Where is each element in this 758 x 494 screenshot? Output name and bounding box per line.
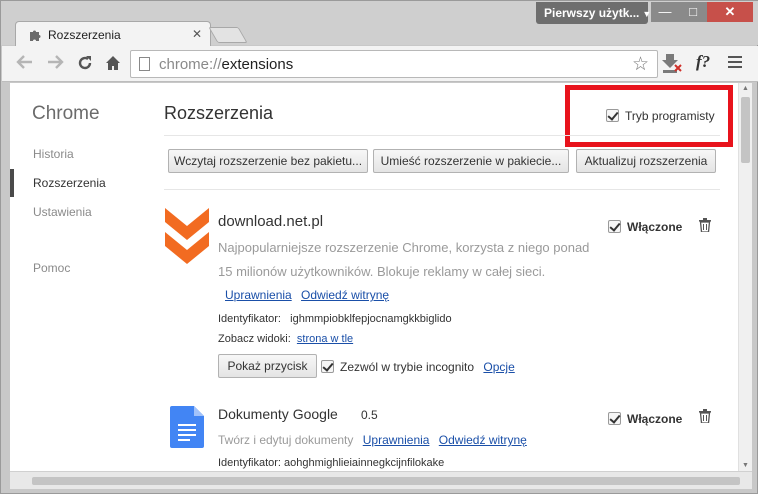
scroll-up-icon[interactable]: ▲: [742, 85, 749, 92]
scroll-down-icon[interactable]: ▼: [742, 462, 749, 469]
tab-title: Rozszerzenia: [48, 28, 121, 42]
puzzle-icon: [28, 28, 42, 42]
extension-description: Twórz i edytuj dokumenty: [218, 433, 354, 447]
close-window-button[interactable]: ✕: [707, 2, 753, 22]
profile-name: Pierwszy użytk...: [544, 6, 640, 20]
incognito-checkbox[interactable]: [321, 360, 334, 373]
pack-extension-button[interactable]: Umieść rozszerzenie w pakiecie...: [373, 149, 569, 173]
enabled-checkbox[interactable]: [608, 220, 621, 233]
page-icon: [139, 57, 150, 71]
extension-views: Zobacz widoki: strona w tle: [218, 333, 354, 345]
developer-mode-label: Tryb programisty: [625, 109, 715, 123]
sidebar-item-settings[interactable]: Ustawienia: [33, 205, 92, 219]
scrollbar-thumb[interactable]: [741, 97, 750, 163]
developer-mode-toggle[interactable]: Tryb programisty: [606, 109, 715, 123]
extension-id: Identyfikator: aohghmighlieiainnegkcijnf…: [218, 457, 445, 469]
page-title: Rozszerzenia: [164, 103, 274, 123]
tab-extensions[interactable]: Rozszerzenia ✕: [15, 21, 211, 47]
background-page-link[interactable]: strona w tle: [297, 333, 353, 345]
sidebar-item-extensions[interactable]: Rozszerzenia: [33, 176, 106, 190]
download-extension-icon[interactable]: [662, 52, 682, 74]
load-unpacked-button[interactable]: Wczytaj rozszerzenie bez pakietu...: [168, 149, 368, 173]
extension-name: Dokumenty Google: [218, 406, 338, 422]
sidebar-active-marker: [10, 169, 14, 197]
developer-mode-checkbox[interactable]: [606, 109, 619, 122]
extension-links: Uprawnienia Odwiedź witrynę: [225, 288, 389, 302]
sidebar-item-history[interactable]: Historia: [33, 147, 74, 161]
extension-id: Identyfikator: ighmmpiobklfepjocnamgkkbi…: [218, 313, 452, 325]
incognito-toggle[interactable]: Zezwól w trybie incognito Opcje: [321, 360, 515, 374]
minimize-button[interactable]: —: [651, 2, 679, 22]
update-extensions-button[interactable]: Aktualizuj rozszerzenia: [576, 149, 716, 173]
options-link[interactable]: Opcje: [483, 360, 514, 374]
extension-f-icon[interactable]: f?: [696, 52, 710, 72]
back-icon[interactable]: [16, 54, 34, 73]
address-bar[interactable]: chrome://extensions ☆: [130, 50, 658, 78]
download-net-logo-icon: [165, 208, 209, 267]
home-icon[interactable]: [104, 54, 122, 75]
vertical-scrollbar[interactable]: ▲ ▼: [738, 83, 752, 471]
divider: [164, 189, 720, 190]
chevron-down-icon: ▼: [642, 9, 652, 19]
url-text[interactable]: chrome://extensions: [159, 56, 293, 73]
close-tab-icon[interactable]: ✕: [192, 27, 202, 41]
menu-icon[interactable]: [728, 56, 742, 71]
divider: [164, 135, 720, 136]
google-docs-logo-icon: [170, 406, 204, 451]
permissions-link[interactable]: Uprawnienia: [225, 288, 292, 302]
show-button-button[interactable]: Pokaż przycisk: [218, 354, 317, 378]
permissions-link[interactable]: Uprawnienia: [363, 433, 430, 447]
sidebar-title: Chrome: [32, 103, 100, 124]
sidebar-item-help[interactable]: Pomoc: [33, 261, 70, 275]
page-content: Chrome Historia Rozszerzenia Ustawienia …: [10, 83, 738, 471]
extension-description: Najpopularniejsze rozszerzenie Chrome, k…: [218, 240, 590, 279]
forward-icon[interactable]: [46, 54, 64, 73]
visit-website-link[interactable]: Odwiedź witrynę: [439, 433, 527, 447]
maximize-button[interactable]: □: [679, 2, 707, 22]
horizontal-scrollbar[interactable]: [10, 471, 752, 489]
scrollbar-thumb[interactable]: [32, 477, 740, 485]
profile-button[interactable]: Pierwszy użytk... ▼: [536, 2, 652, 24]
enabled-checkbox[interactable]: [608, 412, 621, 425]
reload-icon[interactable]: [76, 54, 94, 75]
extension-name: download.net.pl: [218, 213, 324, 230]
toolbar: chrome://extensions ☆ f?: [2, 46, 758, 82]
extension-description-row: Twórz i edytuj dokumenty Uprawnienia Odw…: [218, 433, 527, 447]
trash-icon[interactable]: [699, 218, 711, 233]
enabled-toggle[interactable]: Włączone: [608, 412, 682, 426]
browser-window: Pierwszy użytk... ▼ — □ ✕ Rozszerzenia ✕ …: [0, 0, 758, 494]
bookmark-star-icon[interactable]: ☆: [632, 53, 649, 76]
visit-website-link[interactable]: Odwiedź witrynę: [301, 288, 389, 302]
trash-icon[interactable]: [699, 409, 711, 424]
extension-version: 0.5: [361, 408, 378, 422]
enabled-toggle[interactable]: Włączone: [608, 220, 682, 234]
